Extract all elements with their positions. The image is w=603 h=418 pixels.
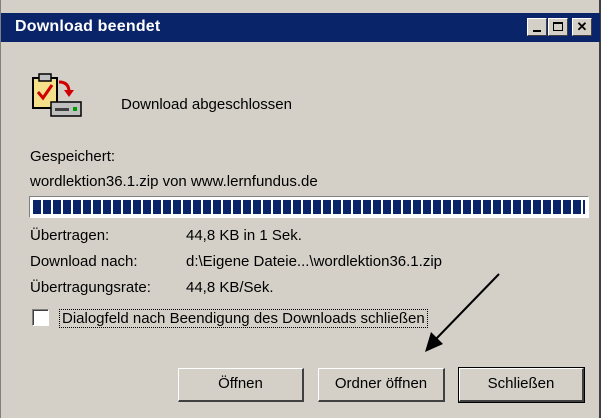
title-bar[interactable]: Download beendet ✕ bbox=[1, 13, 600, 42]
close-after-download-checkbox[interactable] bbox=[32, 309, 49, 326]
open-button[interactable]: Öffnen bbox=[178, 368, 304, 402]
saved-file-text: wordlektion36.1.zip von www.lernfundus.d… bbox=[30, 173, 318, 190]
rate-value: 44,8 KB/Sek. bbox=[186, 279, 274, 296]
close-icon: ✕ bbox=[576, 19, 588, 34]
saved-label: Gespeichert: bbox=[30, 148, 116, 165]
minimize-icon bbox=[533, 30, 541, 32]
close-after-download-label[interactable]: Dialogfeld nach Beendigung des Downloads… bbox=[59, 309, 428, 328]
status-message: Download abgeschlossen bbox=[121, 96, 292, 113]
download-progress-bar bbox=[29, 196, 589, 218]
window-title: Download beendet bbox=[15, 18, 161, 35]
progress-fill bbox=[33, 200, 585, 214]
download-to-value: d:\Eigene Dateie...\wordlektion36.1.zip bbox=[186, 253, 442, 270]
rate-label: Übertragungsrate: bbox=[30, 279, 151, 296]
open-folder-button[interactable]: Ordner öffnen bbox=[318, 368, 445, 402]
transferred-value: 44,8 KB in 1 Sek. bbox=[186, 227, 302, 244]
maximize-icon bbox=[553, 22, 563, 31]
download-complete-icon bbox=[32, 73, 82, 117]
download-dialog: Download beendet ✕ Download abgeschlosse… bbox=[0, 0, 601, 418]
close-button[interactable]: Schließen bbox=[458, 367, 585, 403]
download-to-label: Download nach: bbox=[30, 253, 138, 270]
maximize-button[interactable] bbox=[548, 18, 568, 36]
minimize-button[interactable] bbox=[527, 18, 547, 36]
transferred-label: Übertragen: bbox=[30, 227, 110, 244]
annotation-arrow bbox=[425, 273, 500, 352]
close-window-button[interactable]: ✕ bbox=[572, 18, 592, 36]
